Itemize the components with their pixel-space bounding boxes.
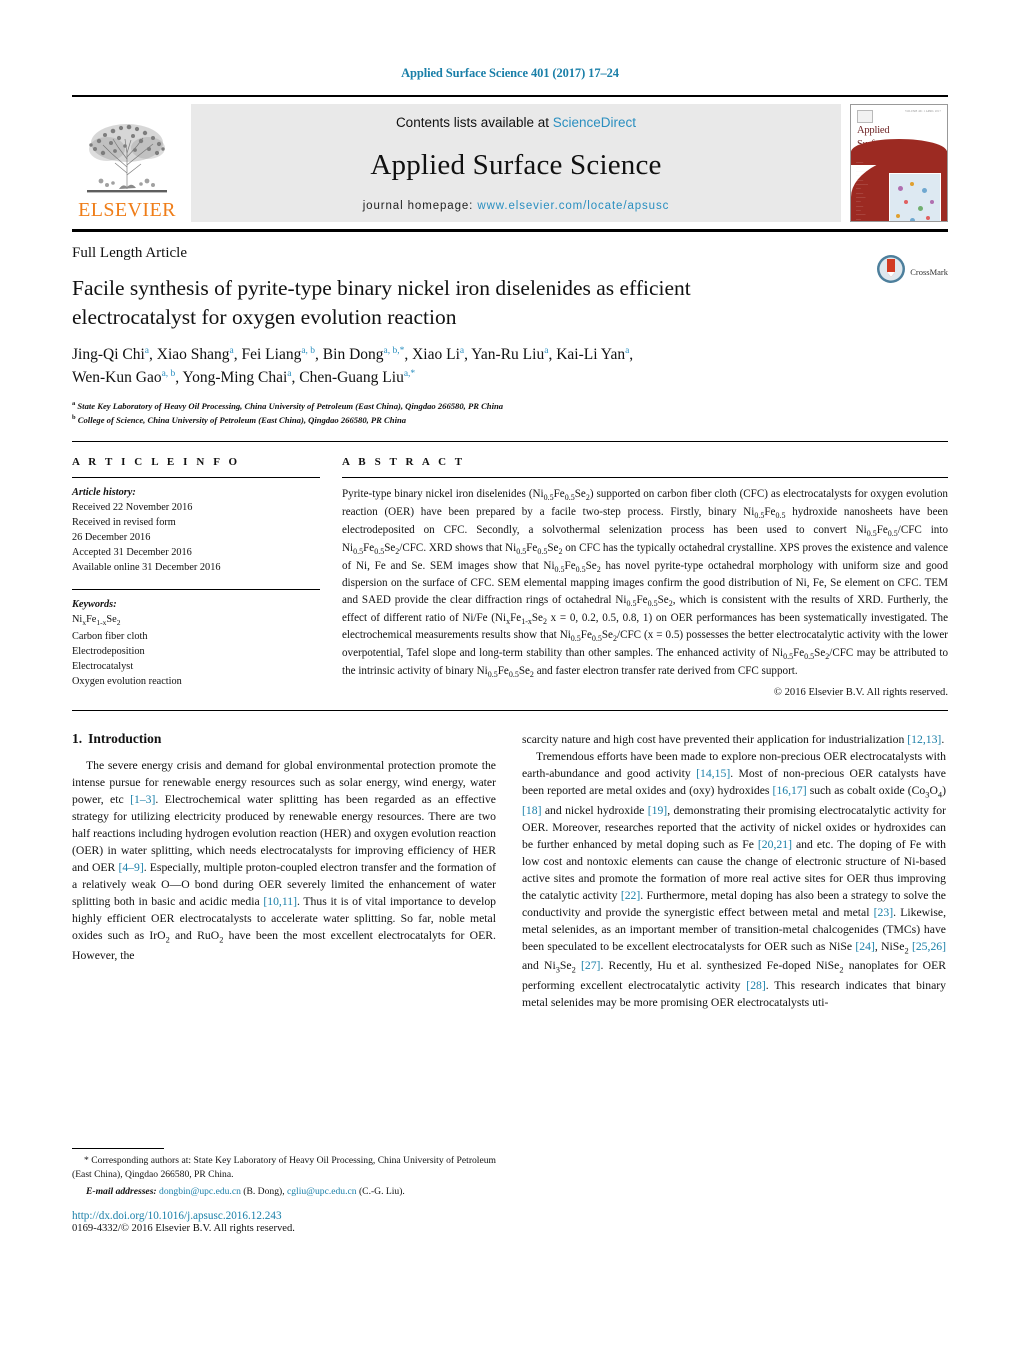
article-type-label: Full Length Article [72,245,187,261]
contents-prefix: Contents lists available at [395,115,553,130]
section-number: 1. [72,731,83,747]
intro-paragraph-left-1: The severe energy crisis and demand for … [72,759,497,962]
email-owner-dong: (B. Dong) [243,1186,283,1198]
section-title: Introduction [88,731,162,747]
abstract-hairline [342,477,948,479]
masthead-container: ELSEVIER Contents lists available at Sci… [72,95,948,222]
elsevier-tree-icon [85,119,169,199]
elsevier-wordmark: ELSEVIER [78,199,176,221]
affiliation-b: b College of Science, China University o… [72,413,407,425]
abstract-text: Pyrite-type binary nickel iron diselenid… [342,488,949,680]
cover-volume-note: VOLUME 401 1 APRIL 2017 [905,110,941,113]
cover-lower-panel: ——— —— ———— —— ——— ————— —— ——— ———— —— ——— —— ———— —… [851,139,947,221]
homepage-prefix: journal homepage: [362,200,478,212]
article-title: Facile synthesis of pyrite-type binary n… [72,276,691,329]
email-link-dong[interactable]: dongbin@upc.edu.cn [159,1186,241,1197]
footnote-rule [72,1148,164,1149]
article-header: CrossMark Full Length Article Facile syn… [72,232,948,427]
corresponding-author-footnote: * Corresponding authors at: State Key La… [72,1148,496,1200]
contents-lists-line: Contents lists available at ScienceDirec… [396,115,636,130]
keywords-block: Keywords: NixFe1-xSe2 Carbon fiber cloth E… [72,599,182,688]
crossmark-badge[interactable]: CrossMark [876,254,948,289]
journal-running-head: Applied Surface Science 401 (2017) 17–24 [401,66,619,80]
affiliation-a: a State Key Laboratory of Heavy Oil Proc… [72,399,504,411]
doi-link[interactable]: http://dx.doi.org/10.1016/j.apsusc.2016.… [72,1210,502,1222]
affiliation-list: a State Key Laboratory of Heavy Oil Proc… [72,399,948,427]
info-hairline-2 [72,589,320,591]
journal-cover-thumbnail: VOLUME 401 1 APRIL 2017 Applied Surface … [850,104,948,222]
intro-paragraph-right-2: Tremendous efforts have been made to exp… [522,750,947,1009]
info-band-bottom-rule [72,710,948,712]
journal-homepage-line: journal homepage: www.elsevier.com/locat… [363,200,670,212]
homepage-url-link[interactable]: www.elsevier.com/locate/apsusc [477,200,669,212]
info-hairline-1 [72,477,320,479]
cover-toc-lines: ——— —— ———— —— ——— ————— —— ——— ———— —— ——— —— ———— —… [856,161,868,221]
email-label: E-mail addresses: [86,1186,157,1198]
info-abstract-band: A R T I C L E I N F O Article history: R… [72,442,948,698]
cover-title-line1: Applied [857,125,890,136]
crossmark-icon [876,254,906,289]
section-heading-introduction: 1. Introduction [72,731,496,747]
elsevier-logo: ELSEVIER [72,104,182,222]
footnote-email-line: E-mail addresses: dongbin@upc.edu.cn (B.… [86,1186,405,1198]
article-info-column: A R T I C L E I N F O Article history: R… [72,456,342,698]
body-columns: 1. Introduction The severe energy crisis … [72,731,948,1011]
cover-figure-inset [889,173,941,221]
doi-block: http://dx.doi.org/10.1016/j.apsusc.2016.… [72,1210,502,1234]
article-info-label: A R T I C L E I N F O [72,456,241,469]
cover-publisher-badge-icon [857,110,873,123]
sciencedirect-link[interactable]: ScienceDirect [553,115,636,130]
body-column-right: scarcity nature and high cost have preve… [522,731,946,1011]
issn-copyright-line: 0169-4332/© 2016 Elsevier B.V. All right… [72,1223,295,1234]
email-link-liu[interactable]: cgliu@upc.edu.cn [287,1186,357,1197]
abstract-label: A B S T R A C T [342,456,466,469]
body-column-left: 1. Introduction The severe energy crisis … [72,731,496,1011]
keywords-label: Keywords: [72,599,117,611]
author-line-1: Jing-Qi Chia, Xiao Shanga, Fei Lianga, b… [72,346,634,364]
abstract-copyright: © 2016 Elsevier B.V. All rights reserved… [773,687,948,699]
email-owner-liu: (C.-G. Liu). [358,1186,405,1198]
journal-banner: Contents lists available at ScienceDirec… [191,104,841,222]
crossmark-label: CrossMark [910,266,948,277]
article-history: Article history: Received 22 November 20… [72,487,221,574]
intro-paragraph-right-1: scarcity nature and high cost have preve… [522,733,945,747]
abstract-column: A B S T R A C T Pyrite-type binary nicke… [342,456,948,698]
author-line-2: Wen-Kun Gaoa, b, Yong-Ming Chaia, Chen-G… [72,369,416,387]
footnote-corresponding-text: * Corresponding authors at: State Key La… [72,1155,496,1181]
journal-title: Applied Surface Science [370,148,662,181]
author-list: Jing-Qi Chia, Xiao Shanga, Fei Lianga, b… [72,343,862,390]
history-label: Article history: [72,487,136,499]
